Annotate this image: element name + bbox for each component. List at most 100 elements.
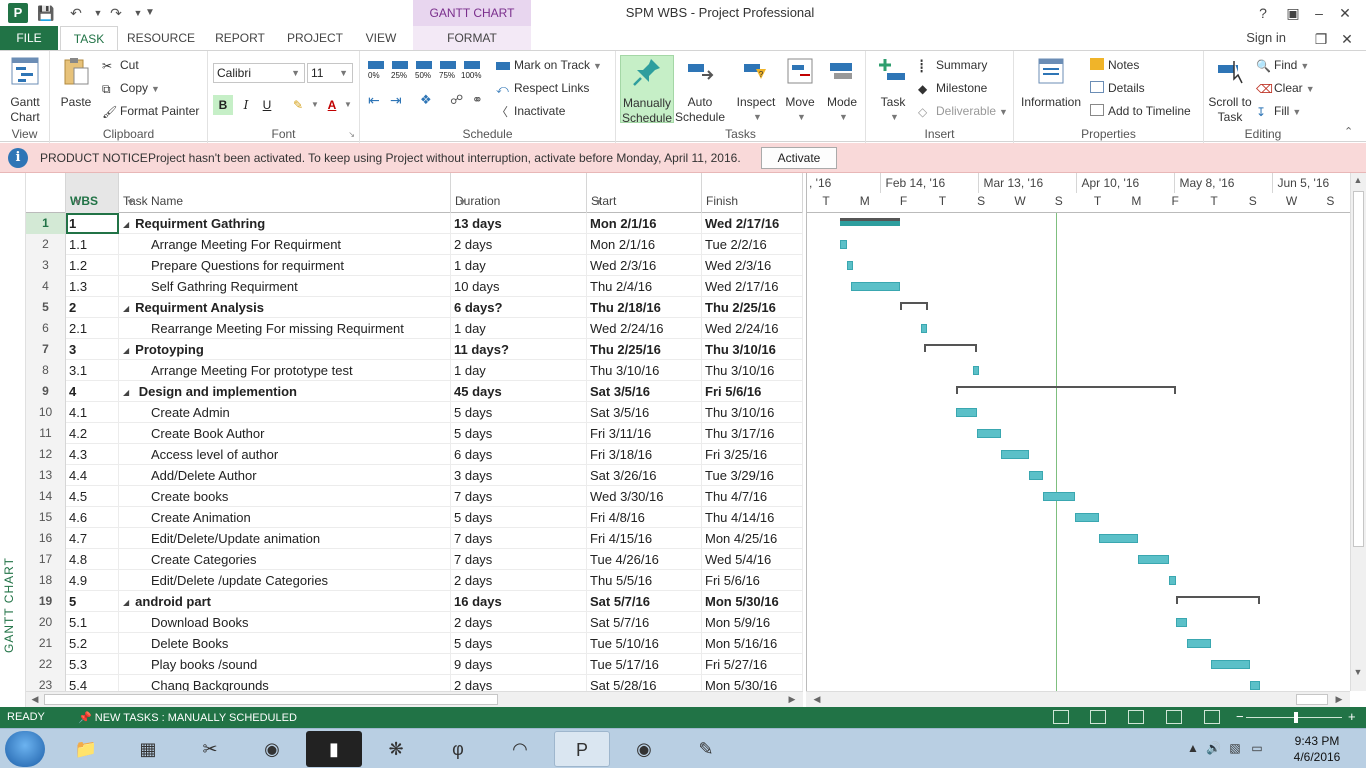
column-header-start[interactable]: Start ▼ [587, 173, 702, 213]
row-id[interactable]: 14 [26, 486, 66, 507]
wbs-cell[interactable]: 5.4 [66, 675, 119, 691]
task-bar[interactable] [955, 408, 977, 417]
table-row[interactable]: 19 5 ◢ android part 16 days Sat 5/7/16 Mon 5/3… [26, 591, 803, 612]
unlink-tasks-icon[interactable]: ⚭ [472, 91, 483, 109]
team-planner-shortcut-icon[interactable] [1128, 710, 1144, 724]
summary-bar[interactable] [899, 302, 928, 310]
gantt-horizontal-scrollbar[interactable]: ◀ ▶ [806, 691, 1350, 707]
font-dialog-launcher-icon[interactable]: ↘ [348, 130, 355, 139]
start-cell[interactable]: Wed 3/30/16 [587, 486, 702, 507]
pct-0-icon[interactable] [368, 61, 384, 69]
duration-cell[interactable]: 5 days [451, 402, 587, 423]
start-cell[interactable]: Thu 2/18/16 [587, 297, 702, 318]
table-row[interactable]: 4 1.3 Self Gathring Requirment 10 days Thu 2… [26, 276, 803, 297]
duration-cell[interactable]: 5 days [451, 423, 587, 444]
task-name-cell[interactable]: Edit/Delete /update Categories [119, 570, 451, 591]
start-cell[interactable]: Wed 2/24/16 [587, 318, 702, 339]
pct-50-icon[interactable] [416, 61, 432, 69]
copy-button[interactable]: ⧉ Copy ▼ [102, 79, 160, 97]
scroll-to-task-button[interactable]: Scroll to Task [1206, 55, 1254, 125]
zoom-out-icon[interactable]: − [1236, 709, 1244, 724]
gantt-view-shortcut-icon[interactable] [1053, 710, 1069, 724]
wbs-cell[interactable]: 4.6 [66, 507, 119, 528]
task-name-cell[interactable]: Download Books [119, 612, 451, 633]
tab-project[interactable]: PROJECT [282, 26, 348, 50]
duration-cell[interactable]: 2 days [451, 675, 587, 691]
activate-button[interactable]: Activate [761, 147, 837, 169]
scroll-right-icon[interactable]: ▶ [1332, 694, 1346, 705]
filter-dropdown-icon[interactable]: ▼ [458, 197, 581, 207]
wbs-cell[interactable]: 5.3 [66, 654, 119, 675]
row-id[interactable]: 17 [26, 549, 66, 570]
row-id[interactable]: 20 [26, 612, 66, 633]
start-cell[interactable]: Fri 3/18/16 [587, 444, 702, 465]
wbs-cell[interactable]: 5.1 [66, 612, 119, 633]
underline-button[interactable]: U [257, 95, 277, 115]
finish-cell[interactable]: Mon 5/9/16 [702, 612, 803, 633]
duration-cell[interactable]: 13 days [451, 213, 587, 234]
finish-cell[interactable]: Thu 2/25/16 [702, 297, 803, 318]
move-button[interactable]: Move ▼ [778, 55, 822, 125]
duration-cell[interactable]: 2 days [451, 612, 587, 633]
row-id[interactable]: 11 [26, 423, 66, 444]
wbs-cell[interactable]: 4.7 [66, 528, 119, 549]
chrome-icon[interactable]: ◉ [616, 731, 672, 767]
battery-icon[interactable]: ▭ [1250, 741, 1264, 755]
font-name-select[interactable]: Calibri ▼ [213, 63, 305, 83]
report-shortcut-icon[interactable] [1204, 710, 1220, 724]
find-button[interactable]: 🔍 Find ▼ [1256, 56, 1309, 74]
deliverable-button[interactable]: ◇ Deliverable ▼ [918, 102, 1008, 120]
row-id[interactable]: 4 [26, 276, 66, 297]
tab-task[interactable]: TASK [60, 26, 118, 50]
finish-cell[interactable]: Fri 5/6/16 [702, 570, 803, 591]
row-id[interactable]: 5 [26, 297, 66, 318]
table-horizontal-scrollbar[interactable]: ◀ ▶ [26, 691, 803, 707]
duration-cell[interactable]: 7 days [451, 549, 587, 570]
task-bar[interactable] [850, 282, 900, 291]
font-size-select[interactable]: 11 ▼ [307, 63, 353, 83]
snipping-icon[interactable]: ✂ [182, 731, 238, 767]
finish-cell[interactable]: Fri 5/27/16 [702, 654, 803, 675]
finish-cell[interactable]: Mon 5/30/16 [702, 675, 803, 691]
inspect-button[interactable]: ? Inspect ▼ [732, 55, 780, 125]
chrome-icon[interactable]: ◉ [244, 731, 300, 767]
table-row[interactable]: 1 1 ◢ Requirment Gathring 13 days Mon 2/1/16 W… [26, 213, 803, 234]
duration-cell[interactable]: 5 days [451, 633, 587, 654]
task-bar[interactable] [847, 261, 853, 270]
gantt-chart-button[interactable]: Gantt Chart [4, 55, 46, 125]
task-name-cell[interactable]: Create books [119, 486, 451, 507]
wbs-cell[interactable]: 1.1 [66, 234, 119, 255]
duration-cell[interactable]: 2 days [451, 234, 587, 255]
ribbon-display-icon[interactable]: ▣ [1280, 2, 1306, 24]
volume-icon[interactable]: 🔊 [1206, 741, 1221, 755]
task-name-cell[interactable]: Chang Backgrounds [119, 675, 451, 691]
wbs-cell[interactable]: 4.2 [66, 423, 119, 444]
scroll-down-icon[interactable]: ▼ [1351, 667, 1365, 677]
bold-button[interactable]: B [213, 95, 233, 115]
calculator-icon[interactable]: ▦ [120, 731, 176, 767]
column-header-duration[interactable]: Duration ▼ [451, 173, 587, 213]
tab-view[interactable]: VIEW [358, 26, 404, 50]
task-name-cell[interactable]: Create Animation [119, 507, 451, 528]
table-row[interactable]: 15 4.6 Create Animation 5 days Fri 4/8/16 Thu… [26, 507, 803, 528]
row-id[interactable]: 23 [26, 675, 66, 691]
table-row[interactable]: 20 5.1 Download Books 2 days Sat 5/7/16 Mon 5… [26, 612, 803, 633]
start-cell[interactable]: Tue 4/26/16 [587, 549, 702, 570]
resource-sheet-shortcut-icon[interactable] [1166, 710, 1182, 724]
copy-dropdown-icon[interactable]: ▼ [151, 84, 160, 94]
network-icon[interactable]: ▧ [1228, 741, 1242, 755]
wbs-cell[interactable]: 4 [66, 381, 119, 402]
information-button[interactable]: Information [1018, 55, 1084, 110]
start-cell[interactable]: Thu 2/4/16 [587, 276, 702, 297]
task-name-cell[interactable]: Create Book Author [119, 423, 451, 444]
task-bar[interactable] [1169, 576, 1176, 585]
clear-button[interactable]: ⌫Clear ▼ [1256, 79, 1315, 97]
finish-cell[interactable]: Tue 3/29/16 [702, 465, 803, 486]
wbs-cell[interactable]: 4.3 [66, 444, 119, 465]
summary-bar[interactable] [924, 344, 977, 352]
duration-cell[interactable]: 9 days [451, 654, 587, 675]
undo-icon[interactable]: ↶ [66, 3, 86, 23]
duration-cell[interactable]: 7 days [451, 528, 587, 549]
collapse-triangle-icon[interactable]: ◢ [123, 214, 129, 234]
row-id[interactable]: 18 [26, 570, 66, 591]
